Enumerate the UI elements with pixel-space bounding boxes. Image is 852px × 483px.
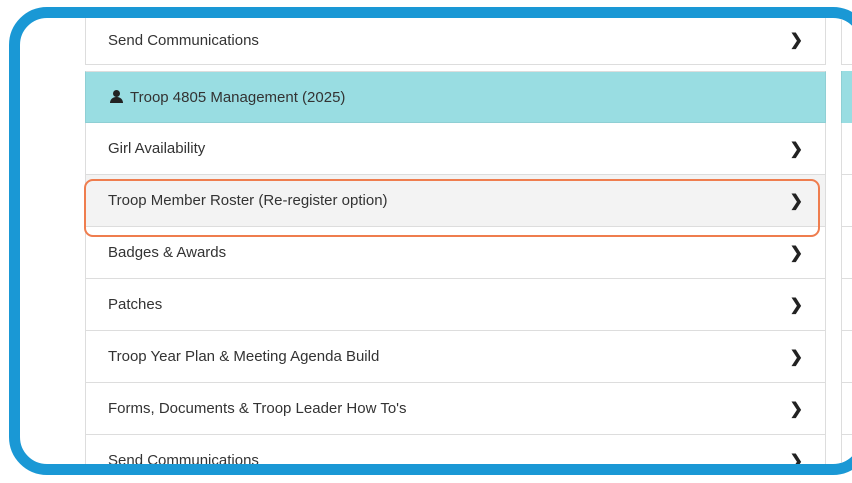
menu-item-label: Forms, Documents & Troop Leader How To's [108,400,407,417]
menu-item-forms-documents[interactable]: Forms, Documents & Troop Leader How To's… [85,383,826,435]
menu-item-label: Badges & Awards [108,244,227,261]
menu-item-send-communications[interactable]: Send Communications ❯ [85,435,826,470]
chevron-right-icon: ❯ [789,140,803,158]
adjacent-row [841,18,852,65]
adjacent-row [841,331,852,383]
menu-item-label: Patches [108,296,163,313]
menu-item-girl-availability[interactable]: Girl Availability ❯ [85,123,826,175]
chevron-right-icon: ❯ [789,400,803,418]
menu-item-troop-member-roster[interactable]: Troop Member Roster (Re-register option)… [85,175,826,227]
chevron-right-icon: ❯ [789,296,803,314]
chevron-right-icon: ❯ [789,32,803,49]
adjacent-row [841,383,852,435]
section-header-troop-management[interactable]: Troop 4805 Management (2025) [85,71,826,123]
adjacent-row [841,435,852,464]
menu-item-label: Troop Year Plan & Meeting Agenda Build [108,348,380,365]
menu-item-label: Send Communications [108,452,259,469]
user-icon [110,90,124,104]
adjacent-panel [841,18,852,464]
section-header-title: Troop 4805 Management (2025) [130,88,346,106]
menu-item-label: Send Communications [108,31,259,49]
menu-item-label: Troop Member Roster (Re-register option) [108,192,388,209]
adjacent-row [841,227,852,279]
chevron-right-icon: ❯ [789,452,803,470]
chevron-right-icon: ❯ [789,244,803,262]
adjacent-header [841,71,852,123]
adjacent-row [841,123,852,175]
chevron-right-icon: ❯ [789,348,803,366]
menu-panel: Send Communications ❯ Troop 4805 Managem… [85,18,826,470]
menu-item-send-communications-top[interactable]: Send Communications ❯ [85,18,826,65]
adjacent-row [841,279,852,331]
menu-item-troop-year-plan[interactable]: Troop Year Plan & Meeting Agenda Build ❯ [85,331,826,383]
screenshot-frame: Send Communications ❯ Troop 4805 Managem… [9,7,852,475]
menu-item-label: Girl Availability [108,140,206,157]
menu-item-badges-awards[interactable]: Badges & Awards ❯ [85,227,826,279]
adjacent-row [841,175,852,227]
chevron-right-icon: ❯ [789,192,803,210]
menu-item-patches[interactable]: Patches ❯ [85,279,826,331]
